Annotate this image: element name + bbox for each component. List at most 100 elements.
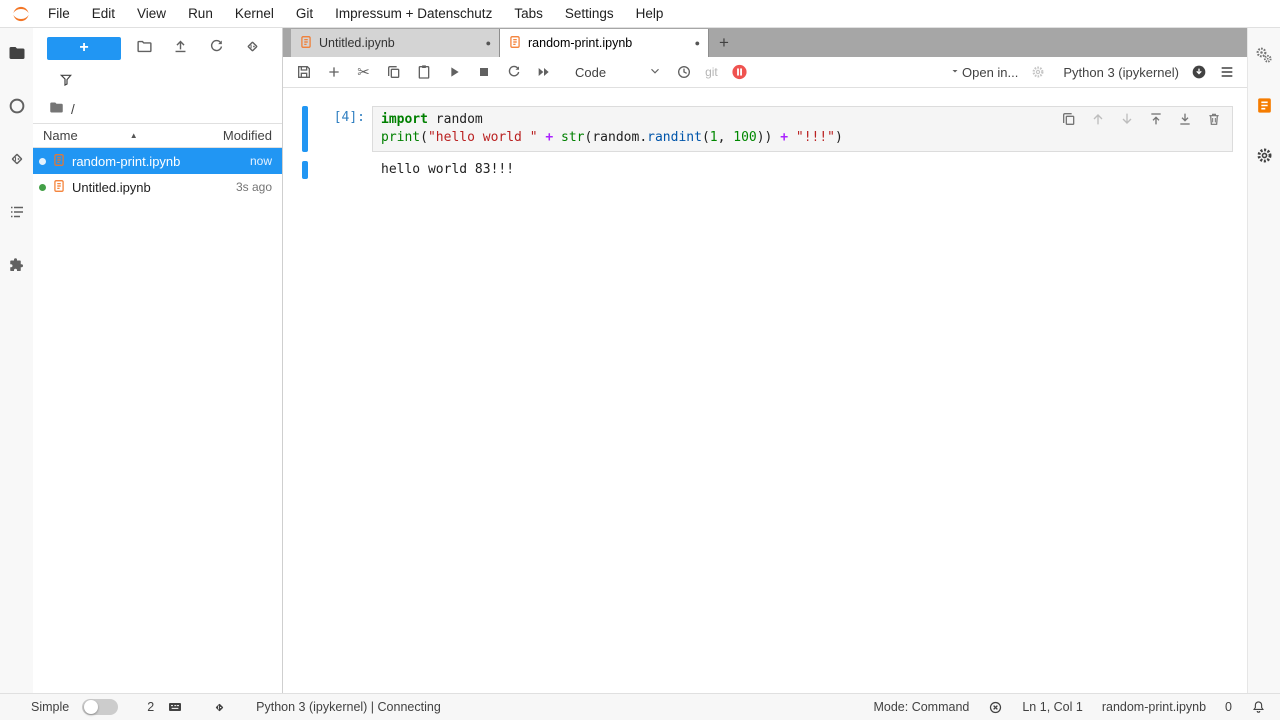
save-icon[interactable] bbox=[295, 64, 312, 81]
file-browser-icon[interactable] bbox=[7, 43, 27, 63]
bell-icon[interactable] bbox=[1251, 700, 1266, 715]
menu-settings[interactable]: Settings bbox=[554, 0, 625, 27]
open-in-dropdown[interactable]: Open in... bbox=[949, 65, 1018, 80]
restart-run-all-icon[interactable] bbox=[535, 64, 552, 81]
notebook-tools-icon[interactable] bbox=[1254, 95, 1274, 115]
left-activity-bar bbox=[0, 28, 33, 693]
new-launcher-button[interactable]: + bbox=[47, 36, 121, 60]
restart-kernel-icon[interactable] bbox=[505, 64, 522, 81]
history-icon[interactable] bbox=[675, 64, 692, 81]
file-browser-actions bbox=[127, 38, 270, 58]
extension-manager-icon[interactable] bbox=[7, 255, 27, 275]
output-prompt bbox=[308, 161, 372, 179]
terminal-count[interactable]: 2 bbox=[147, 700, 154, 714]
interrupt-kernel-icon[interactable] bbox=[475, 64, 492, 81]
command-mode-indicator[interactable]: Mode: Command bbox=[873, 700, 969, 714]
tab-random-print-notebook[interactable]: random-print.ipynb ● bbox=[500, 29, 709, 57]
table-of-contents-icon[interactable] bbox=[7, 202, 27, 222]
file-row[interactable]: Untitled.ipynb 3s ago bbox=[33, 174, 282, 200]
menu-kernel[interactable]: Kernel bbox=[224, 0, 285, 27]
menu-run[interactable]: Run bbox=[177, 0, 224, 27]
menu-edit[interactable]: Edit bbox=[81, 0, 126, 27]
kernel-status-dot bbox=[39, 183, 46, 191]
cell-output-area: hello world 83!!! bbox=[302, 161, 1233, 179]
home-folder-icon[interactable] bbox=[49, 100, 64, 118]
cell-output-text: hello world 83!!! bbox=[381, 162, 515, 177]
file-browser-toolbar: + bbox=[33, 28, 282, 68]
menu-tabs[interactable]: Tabs bbox=[503, 0, 554, 27]
cursor-position[interactable]: Ln 1, Col 1 bbox=[1022, 700, 1082, 714]
tab-label: random-print.ipynb bbox=[528, 36, 633, 50]
kernel-activity-icon[interactable] bbox=[988, 700, 1003, 715]
run-cell-icon[interactable] bbox=[445, 64, 462, 81]
duplicate-cell-icon[interactable] bbox=[1061, 111, 1077, 127]
toolbar-overflow-icon[interactable] bbox=[1218, 64, 1235, 81]
cell-editor[interactable]: import random print("hello world " + str… bbox=[372, 106, 1233, 152]
unsaved-changes-icon[interactable]: ● bbox=[695, 38, 700, 48]
copy-cells-icon[interactable] bbox=[385, 64, 402, 81]
file-modified: now bbox=[249, 154, 272, 168]
tab-untitled-notebook[interactable]: Untitled.ipynb ● bbox=[291, 29, 500, 57]
terminal-icon[interactable] bbox=[167, 699, 183, 715]
cell-type-value: Code bbox=[575, 64, 607, 80]
file-row[interactable]: random-print.ipynb now bbox=[33, 148, 282, 174]
cell-type-dropdown[interactable]: Code bbox=[575, 64, 662, 81]
column-name-header[interactable]: Name bbox=[43, 128, 78, 143]
notebook-file-icon bbox=[52, 179, 66, 196]
unsaved-changes-icon[interactable]: ● bbox=[486, 38, 491, 48]
move-cell-down-icon[interactable] bbox=[1119, 111, 1135, 127]
gear-icon[interactable] bbox=[1254, 145, 1274, 165]
new-tab-button[interactable]: + bbox=[709, 29, 739, 57]
menu-view[interactable]: View bbox=[126, 0, 177, 27]
file-browser-panel: + / Name ▲ Modified random-print.ipynb n… bbox=[33, 28, 283, 693]
property-inspector-icon[interactable] bbox=[1254, 45, 1274, 65]
toggle-knob bbox=[84, 700, 99, 714]
cell-hover-toolbar bbox=[1061, 111, 1222, 127]
notebook-tab-icon bbox=[508, 35, 522, 52]
notebook-tab-icon bbox=[299, 35, 313, 52]
move-cell-up-icon[interactable] bbox=[1090, 111, 1106, 127]
simple-mode-toggle[interactable] bbox=[82, 699, 119, 715]
kernel-name-button[interactable]: Python 3 (ipykernel) bbox=[1063, 65, 1179, 80]
file-name: random-print.ipynb bbox=[72, 153, 181, 169]
menu-file[interactable]: File bbox=[37, 0, 81, 27]
hub-control-icon[interactable] bbox=[731, 64, 748, 81]
menu-impressum[interactable]: Impressum + Datenschutz bbox=[324, 0, 503, 27]
kernel-status-text[interactable]: Python 3 (ipykernel) | Connecting bbox=[256, 700, 441, 714]
breadcrumb: / bbox=[33, 95, 282, 123]
open-in-label: Open in... bbox=[962, 64, 1019, 80]
paste-cells-icon[interactable] bbox=[415, 64, 432, 81]
git-status-icon[interactable] bbox=[212, 700, 227, 715]
breadcrumb-root[interactable]: / bbox=[71, 102, 75, 117]
insert-cell-above-icon[interactable] bbox=[1148, 111, 1164, 127]
file-filter-row bbox=[33, 68, 282, 95]
insert-cell-below-icon[interactable] bbox=[1177, 111, 1193, 127]
menu-help[interactable]: Help bbox=[625, 0, 675, 27]
running-sessions-icon[interactable] bbox=[7, 96, 27, 116]
filter-icon[interactable] bbox=[58, 72, 74, 91]
git-status-label: git bbox=[705, 65, 718, 79]
notification-count[interactable]: 0 bbox=[1225, 700, 1232, 714]
code-cell[interactable]: [4]: import random print("hello world " … bbox=[302, 106, 1233, 152]
tab-label: Untitled.ipynb bbox=[319, 36, 395, 50]
file-list-header: Name ▲ Modified bbox=[33, 123, 282, 148]
upload-icon[interactable] bbox=[172, 38, 189, 58]
delete-cell-icon[interactable] bbox=[1206, 111, 1222, 127]
main-dock-panel: Untitled.ipynb ● random-print.ipynb ● + bbox=[283, 28, 1247, 693]
status-bar-right: Mode: Command Ln 1, Col 1 random-print.i… bbox=[873, 700, 1266, 715]
right-activity-bar bbox=[1247, 28, 1280, 693]
kernel-status-icon[interactable] bbox=[1190, 64, 1207, 81]
jupyter-logo-icon bbox=[10, 3, 32, 25]
sort-ascending-icon[interactable]: ▲ bbox=[130, 131, 138, 140]
git-sidebar-icon[interactable] bbox=[7, 149, 27, 169]
cut-cells-icon[interactable]: ✂ bbox=[355, 64, 372, 81]
git-clone-icon[interactable] bbox=[244, 38, 261, 58]
new-folder-icon[interactable] bbox=[136, 38, 153, 58]
refresh-icon[interactable] bbox=[208, 38, 225, 58]
notebook-content: [4]: import random print("hello world " … bbox=[283, 88, 1247, 693]
active-file-name: random-print.ipynb bbox=[1101, 700, 1207, 714]
insert-cell-icon[interactable] bbox=[325, 64, 342, 81]
column-modified-header[interactable]: Modified bbox=[200, 128, 272, 143]
settings-gear-icon[interactable] bbox=[1029, 64, 1046, 81]
menu-git[interactable]: Git bbox=[285, 0, 324, 27]
